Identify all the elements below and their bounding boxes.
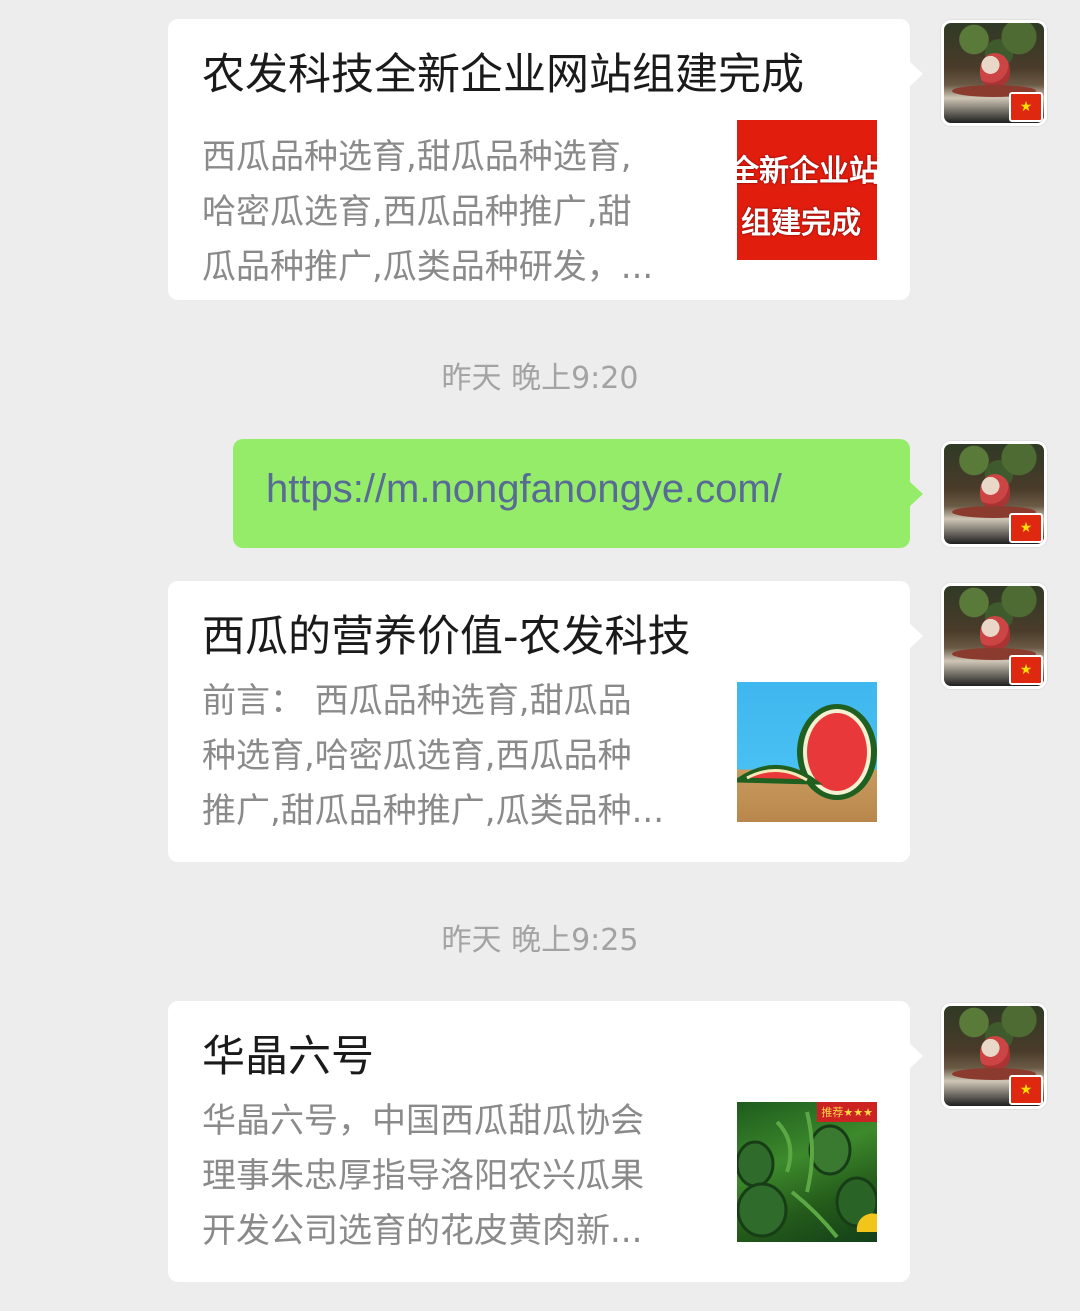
article-thumbnail: 推荐★★★	[737, 1102, 877, 1242]
chinese-flag-icon: ★	[1009, 1075, 1043, 1105]
article-title: 华晶六号	[202, 1032, 374, 1082]
avatar[interactable]: ★	[941, 1003, 1047, 1109]
timestamp: 昨天 晚上9:20	[441, 361, 639, 396]
article-description: 华晶六号，中国西瓜甜瓜协会 理事朱忠厚指导洛阳农兴瓜果 开发公司选育的花皮黄肉新…	[202, 1094, 702, 1259]
article-description: 西瓜品种选育,甜瓜品种选育, 哈密瓜选育,西瓜品种推广,甜 瓜品种推广,瓜类品种…	[202, 130, 702, 295]
description-line: 推广,甜瓜品种推广,瓜类品种...	[202, 791, 665, 831]
avatar[interactable]: ★	[941, 441, 1047, 547]
thumbnail-text: 全新企业站	[737, 154, 877, 189]
watermelon-image	[737, 704, 877, 800]
description-line: 瓜品种推广,瓜类品种研发，...	[202, 247, 654, 287]
description-line: 开发公司选育的花皮黄肉新...	[202, 1211, 643, 1251]
recommend-badge: 推荐★★★	[817, 1102, 877, 1122]
timestamp: 昨天 晚上9:25	[441, 923, 639, 958]
article-card-1[interactable]: 农发科技全新企业网站组建完成 西瓜品种选育,甜瓜品种选育, 哈密瓜选育,西瓜品种…	[168, 19, 923, 300]
article-title: 西瓜的营养价值-农发科技	[202, 612, 691, 662]
description-line: 前言： 西瓜品种选育,甜瓜品	[202, 681, 632, 721]
description-line: 哈密瓜选育,西瓜品种推广,甜	[202, 192, 632, 232]
article-card-3[interactable]: 华晶六号 华晶六号，中国西瓜甜瓜协会 理事朱忠厚指导洛阳农兴瓜果 开发公司选育的…	[168, 1001, 923, 1282]
chinese-flag-icon: ★	[1009, 92, 1043, 122]
article-description: 前言： 西瓜品种选育,甜瓜品 种选育,哈密瓜选育,西瓜品种 推广,甜瓜品种推广,…	[202, 674, 702, 839]
article-thumbnail: 全新企业站 组建完成	[737, 120, 877, 260]
url-link[interactable]: https://m.nongfanongye.com/	[266, 467, 782, 512]
description-line: 西瓜品种选育,甜瓜品种选育,	[202, 137, 632, 177]
avatar[interactable]: ★	[941, 20, 1047, 126]
chinese-flag-icon: ★	[1009, 513, 1043, 543]
bubble-tail	[909, 481, 923, 507]
link-bubble[interactable]: https://m.nongfanongye.com/	[233, 439, 923, 548]
description-line: 种选育,哈密瓜选育,西瓜品种	[202, 736, 632, 776]
bubble-tail	[909, 623, 923, 649]
article-thumbnail	[737, 682, 877, 822]
description-line: 理事朱忠厚指导洛阳农兴瓜果	[202, 1156, 644, 1196]
article-card-2[interactable]: 西瓜的营养价值-农发科技 前言： 西瓜品种选育,甜瓜品 种选育,哈密瓜选育,西瓜…	[168, 581, 923, 862]
bubble-tail	[909, 1043, 923, 1069]
watermelon-field-image	[737, 1111, 877, 1239]
chinese-flag-icon: ★	[1009, 655, 1043, 685]
avatar[interactable]: ★	[941, 583, 1047, 689]
description-line: 华晶六号，中国西瓜甜瓜协会	[202, 1101, 644, 1141]
thumbnail-text: 组建完成	[741, 206, 861, 241]
bubble-tail	[909, 61, 923, 87]
article-title: 农发科技全新企业网站组建完成	[202, 50, 804, 100]
